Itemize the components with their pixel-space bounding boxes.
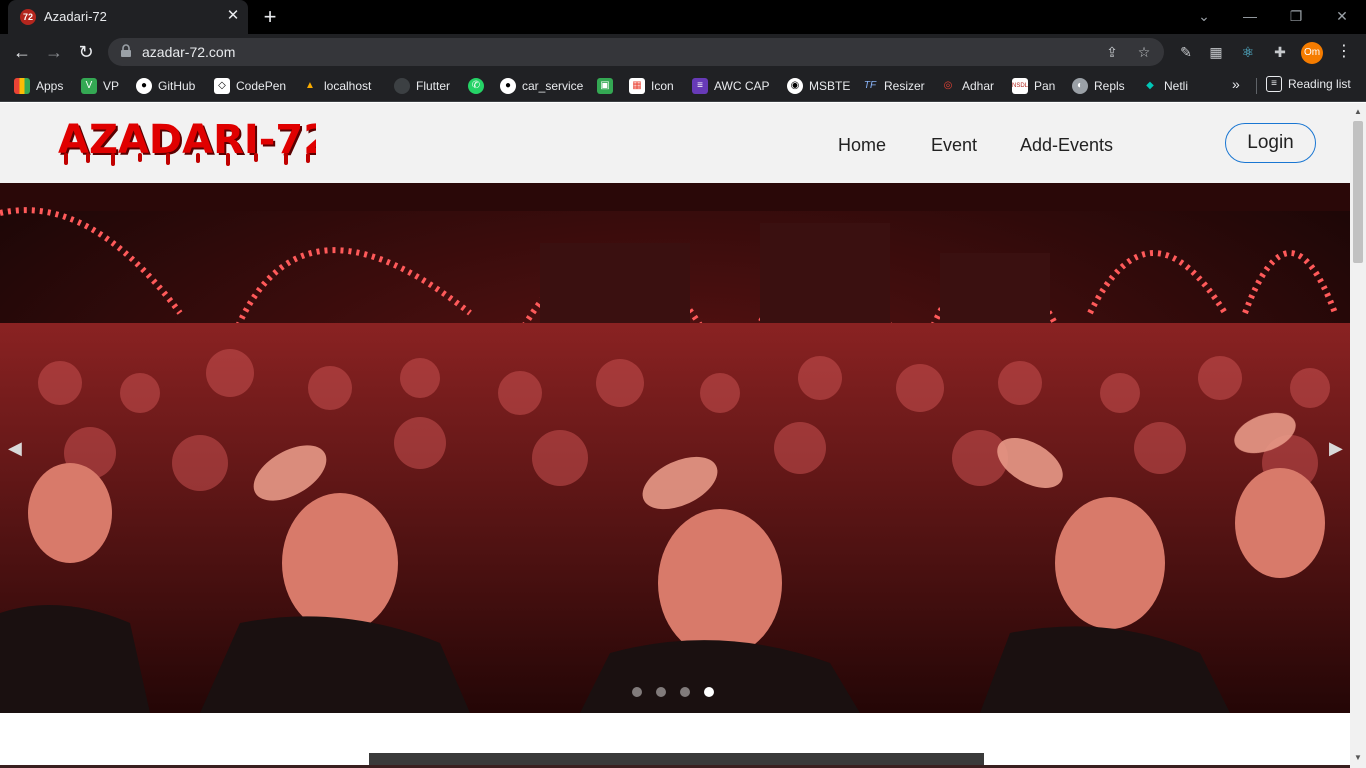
tab-search-chevron-icon[interactable]: ⌄ [1194, 6, 1214, 26]
netlify-icon: ◆ [1146, 80, 1154, 91]
address-bar[interactable]: azadar-72.com ⇪ ☆ [108, 38, 1164, 66]
msbte-icon: ◉ [787, 78, 803, 94]
bookmark-adhar[interactable]: ◎ Adhar [940, 76, 994, 96]
carousel-prev-icon[interactable]: ◀ [8, 438, 22, 459]
scroll-down-icon[interactable]: ▼ [1354, 753, 1362, 762]
site-logo[interactable]: AZADARI-72 AZADARI-72 [58, 117, 333, 169]
close-window-button[interactable]: ✕ [1332, 6, 1352, 26]
hero-carousel: ◀ ▶ [0, 183, 1350, 713]
whatsapp-icon: ✆ [468, 78, 484, 94]
bookmark-resizer[interactable]: TF Resizer [862, 76, 925, 96]
localhost-icon: ▲ [305, 80, 315, 91]
profile-avatar[interactable]: Om [1301, 42, 1323, 64]
resizer-icon: TF [863, 80, 877, 91]
bookmark-whatsapp[interactable]: ✆ [468, 76, 484, 96]
bookmark-msbte[interactable]: ◉ MSBTE [787, 76, 850, 96]
bookmark-codepen[interactable]: ◇ CodePen [214, 76, 286, 96]
close-tab-icon[interactable]: ✕ [224, 7, 242, 25]
green-square-icon: ▣ [597, 78, 613, 94]
carousel-indicator-1[interactable] [632, 687, 642, 697]
forward-arrow-icon[interactable]: → [42, 40, 66, 64]
bookmark-localhost[interactable]: ▲ localhost [302, 76, 371, 96]
nav-add-events-link[interactable]: Add-Events [1020, 135, 1113, 156]
bookmark-star-icon[interactable]: ☆ [1134, 42, 1154, 62]
site-navbar: AZADARI-72 AZADARI-72 Home Event Add-Eve… [0, 103, 1350, 183]
bookmark-repls[interactable]: ◐ Repls [1072, 76, 1125, 96]
carousel-indicator-2[interactable] [656, 687, 666, 697]
scroll-up-icon[interactable]: ▲ [1354, 107, 1362, 116]
vp-icon: V [81, 78, 97, 94]
restore-window-button[interactable]: ❐ [1286, 6, 1306, 26]
site-favicon-icon: 72 [20, 9, 36, 25]
more-bookmarks-icon[interactable]: » [1232, 76, 1240, 92]
carousel-indicators [632, 687, 714, 697]
bookmarks-divider [1256, 78, 1257, 94]
hero-image [0, 183, 1350, 713]
carousel-next-icon[interactable]: ▶ [1329, 438, 1343, 459]
browser-menu-icon[interactable]: ⋮ [1334, 42, 1354, 62]
browser-tab[interactable]: 72 Azadari-72 ✕ [8, 0, 248, 34]
repl-icon: ◐ [1072, 78, 1088, 94]
bookmark-car-service[interactable]: ● car_service [500, 76, 583, 96]
new-tab-button[interactable]: + [258, 5, 282, 29]
minimize-window-button[interactable]: — [1240, 6, 1260, 26]
bookmark-flutter[interactable]: Flutter [394, 76, 450, 96]
page-scrollbar[interactable]: ▲ ▼ [1350, 103, 1366, 768]
bookmark-github[interactable]: ● GitHub [136, 76, 195, 96]
web-page: AZADARI-72 AZADARI-72 Home Event Add-Eve… [0, 103, 1350, 768]
apps-grid-icon [14, 78, 30, 94]
browser-toolbar: ← → ↻ azadar-72.com ⇪ ☆ ✎ ▦ ⚛ ✚ Om ⋮ [0, 34, 1366, 70]
bookmark-green[interactable]: ▣ [597, 76, 613, 96]
github-icon: ● [136, 78, 152, 94]
back-arrow-icon[interactable]: ← [10, 40, 34, 64]
nav-event-link[interactable]: Event [931, 135, 977, 156]
list-icon: ≡ [692, 78, 708, 94]
lock-icon[interactable] [120, 44, 134, 60]
scroll-thumb[interactable] [1353, 121, 1363, 263]
extension-grid-icon[interactable]: ▦ [1206, 42, 1226, 62]
login-button[interactable]: Login [1225, 123, 1316, 163]
tab-title: Azadari-72 [44, 9, 107, 24]
bookmark-apps[interactable]: Apps [14, 76, 63, 96]
carousel-indicator-3[interactable] [680, 687, 690, 697]
share-icon[interactable]: ⇪ [1102, 42, 1122, 62]
aadhaar-icon: ◎ [943, 80, 953, 91]
url-text: azadar-72.com [142, 44, 236, 60]
reload-icon[interactable]: ↻ [74, 40, 98, 64]
bookmark-icon[interactable]: ▦ Icon [629, 76, 674, 96]
browser-title-bar: 72 Azadari-72 ✕ + ⌄ — ❐ ✕ [0, 0, 1366, 34]
bookmarks-bar: Apps V VP ● GitHub ◇ CodePen ▲ localhost… [0, 70, 1366, 102]
svg-text:AZADARI-72: AZADARI-72 [58, 117, 316, 163]
flutter-icon [394, 78, 410, 94]
bookmark-awc-cap[interactable]: ≡ AWC CAP [692, 76, 770, 96]
icon-grid-icon: ▦ [629, 78, 645, 94]
extension-pen-icon[interactable]: ✎ [1176, 42, 1196, 62]
bookmark-vp[interactable]: V VP [81, 76, 119, 96]
bookmark-pan[interactable]: NSDL Pan [1012, 76, 1055, 96]
codepen-icon: ◇ [214, 78, 230, 94]
nav-home-link[interactable]: Home [838, 135, 886, 156]
reading-list-icon: ≡ [1266, 76, 1282, 92]
react-devtools-icon[interactable]: ⚛ [1238, 42, 1258, 62]
nsdl-icon: NSDL [1012, 78, 1028, 94]
extensions-puzzle-icon[interactable]: ✚ [1270, 42, 1290, 62]
reading-list-button[interactable]: ≡ Reading list [1266, 76, 1351, 92]
bookmark-netlify[interactable]: ◆ Netli [1142, 76, 1188, 96]
github-icon: ● [500, 78, 516, 94]
carousel-indicator-4[interactable] [704, 687, 714, 697]
